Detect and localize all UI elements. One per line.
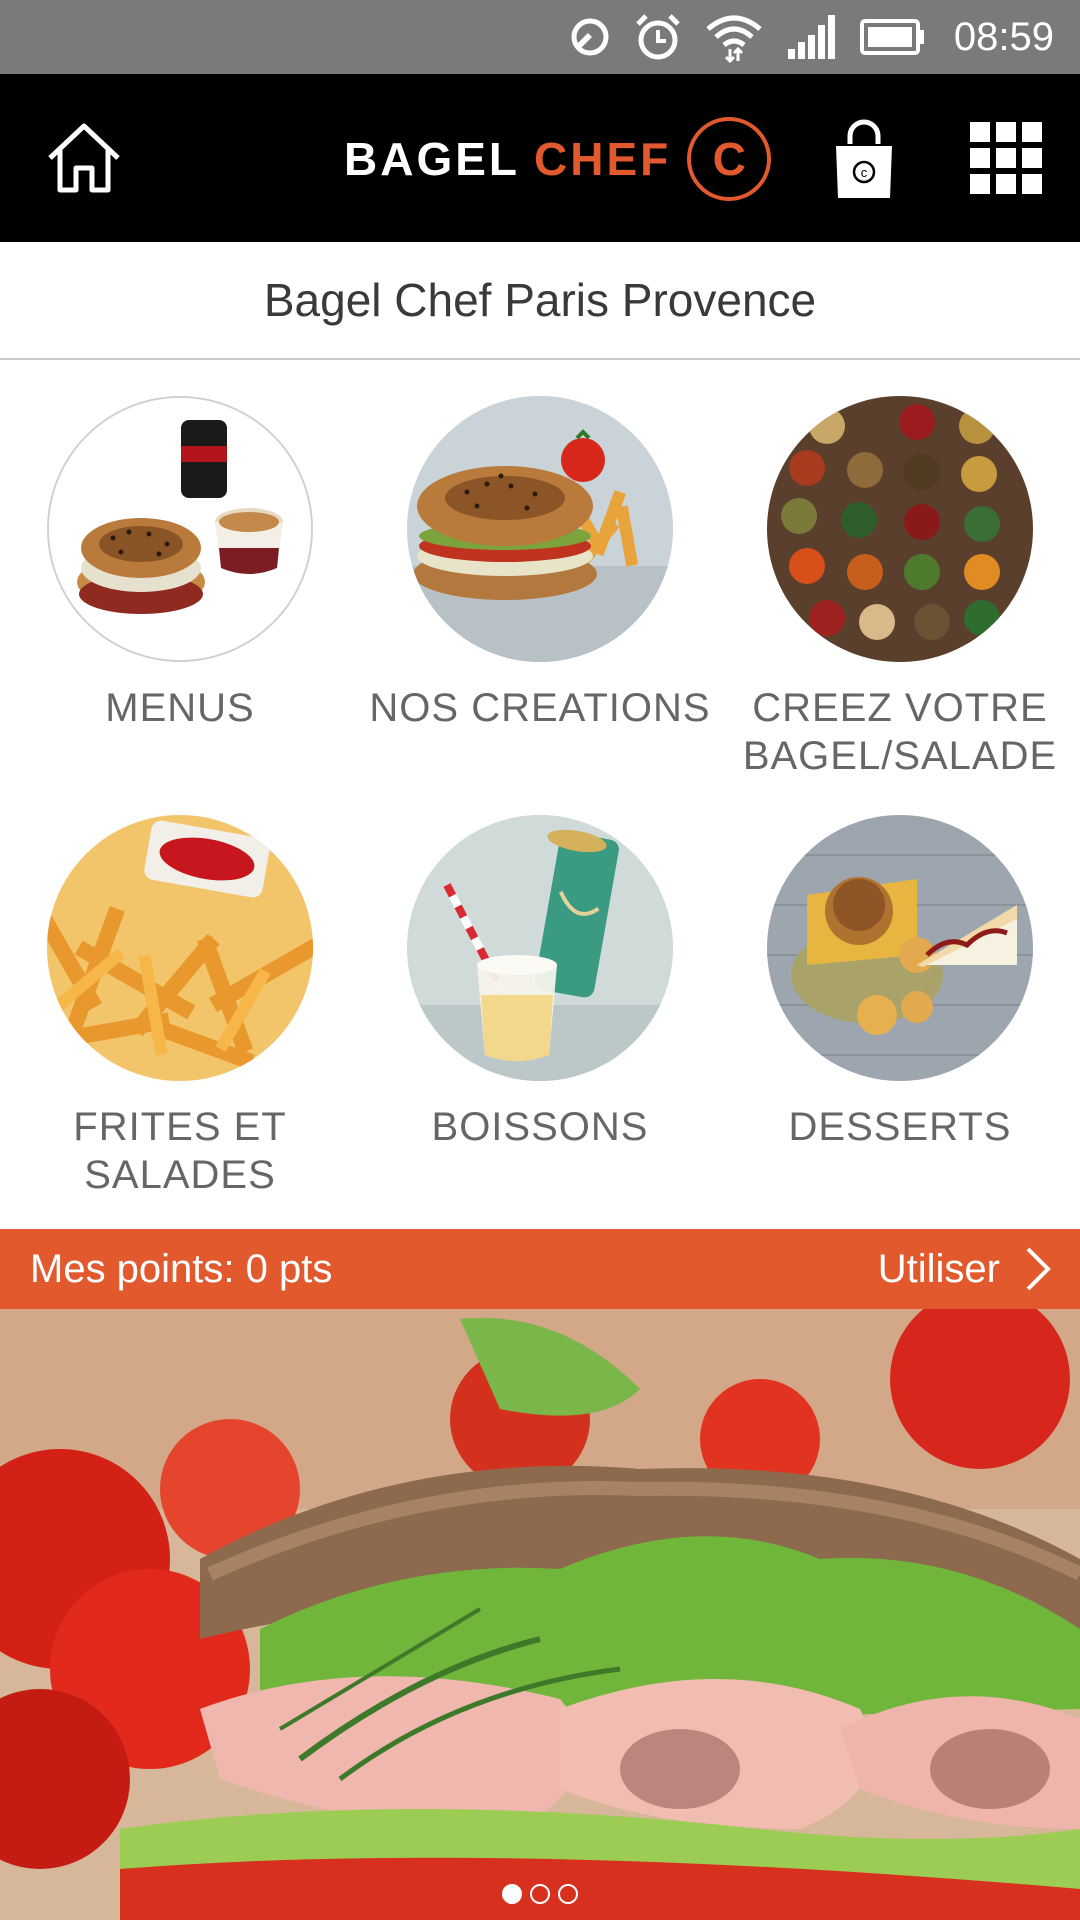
loyalty-points-bar: Mes points: 0 pts Utiliser xyxy=(0,1229,1080,1309)
category-frites-et-salades[interactable]: FRITES ET SALADES xyxy=(0,815,360,1199)
use-points-label: Utiliser xyxy=(877,1246,1000,1291)
cart-badge: c xyxy=(861,165,868,180)
logo-text-chef: CHEF xyxy=(534,133,672,185)
home-button[interactable] xyxy=(44,118,124,198)
home-icon xyxy=(48,123,120,193)
signal-icon xyxy=(786,11,838,63)
category-label: DESSERTS xyxy=(788,1105,1012,1149)
store-header: Bagel Chef Paris Provence xyxy=(0,242,1080,360)
category-label: CREEZ VOTRE BAGEL/SALADE xyxy=(720,684,1080,780)
category-label-line1: FRITES ET xyxy=(73,1105,287,1149)
category-label: BOISSONS xyxy=(431,1105,649,1149)
menus-image xyxy=(47,396,313,662)
store-title: Bagel Chef Paris Provence xyxy=(263,274,817,326)
carousel-indicator xyxy=(0,1884,1080,1904)
category-label: NOS CREATIONS xyxy=(369,686,711,730)
category-boissons[interactable]: BOISSONS xyxy=(360,815,720,1151)
app-header: BAGEL CHEF C c xyxy=(0,74,1080,242)
wifi-icon xyxy=(704,11,764,63)
points-text: Mes points: 0 pts xyxy=(30,1246,333,1291)
carousel-dot[interactable] xyxy=(558,1884,578,1904)
use-points-button[interactable]: Utiliser xyxy=(878,1245,1052,1293)
drinks-image xyxy=(407,815,673,1081)
category-label-line1: CREEZ VOTRE xyxy=(752,686,1048,730)
alarm-icon xyxy=(634,11,682,63)
desserts-image xyxy=(767,815,1033,1081)
status-time: 08:59 xyxy=(953,14,1054,59)
category-label: MENUS xyxy=(105,686,255,730)
cart-button[interactable]: c xyxy=(828,118,900,202)
category-label-line2: SALADES xyxy=(84,1153,276,1197)
category-menus[interactable]: MENUS xyxy=(0,396,360,732)
category-desserts[interactable]: DESSERTS xyxy=(720,815,1080,1151)
category-label-line2: BAGEL/SALADE xyxy=(742,734,1058,778)
carousel-dot[interactable] xyxy=(502,1884,522,1904)
grid-menu-icon xyxy=(970,122,1042,194)
battery-icon xyxy=(859,11,926,63)
category-nos-creations[interactable]: NOS CREATIONS xyxy=(360,396,720,732)
sync-icon xyxy=(568,11,612,63)
sandwich-banner-image xyxy=(0,1309,1080,1920)
promo-banner[interactable] xyxy=(0,1309,1080,1920)
logo-mark: C xyxy=(687,117,772,201)
spices-image xyxy=(767,396,1033,662)
bagel-chef-logo: BAGEL CHEF C xyxy=(344,114,772,204)
fries-image xyxy=(47,815,313,1081)
grid-menu-button[interactable] xyxy=(970,122,1042,194)
carousel-dot[interactable] xyxy=(530,1884,550,1904)
category-label: FRITES ET SALADES xyxy=(0,1103,360,1199)
status-bar: 08:59 xyxy=(0,0,1080,74)
chevron-right-icon xyxy=(1026,1247,1051,1291)
creations-image xyxy=(407,396,673,662)
shopping-bag-icon: c xyxy=(836,119,892,198)
logo-text-bagel: BAGEL xyxy=(344,133,520,185)
category-creez-votre-bagel[interactable]: CREEZ VOTRE BAGEL/SALADE xyxy=(720,396,1080,780)
